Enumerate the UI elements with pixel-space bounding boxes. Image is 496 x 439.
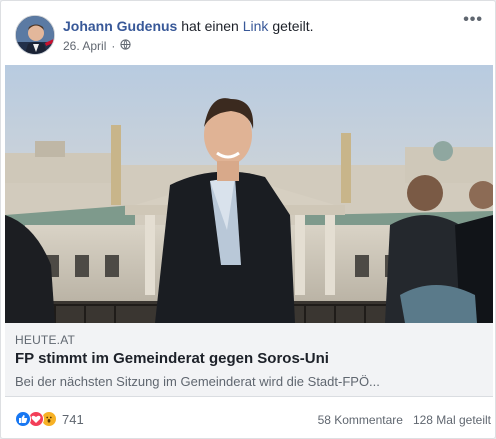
post-footer: 741 58 Kommentare 128 Mal geteilt [1, 407, 495, 433]
post-date[interactable]: 26. April [63, 38, 106, 54]
reaction-count: 741 [62, 411, 84, 427]
link-domain: HEUTE.AT [15, 333, 76, 347]
post-subline: 26. April · [63, 38, 314, 54]
post-headline: Johann Gudenus hat einen Link geteilt. [63, 17, 314, 35]
action-prefix: hat einen [181, 18, 239, 34]
like-icon [15, 411, 31, 427]
more-options-icon[interactable]: ••• [463, 12, 483, 28]
action-suffix: geteilt. [272, 18, 314, 34]
shares-count[interactable]: 128 Mal geteilt [413, 413, 491, 427]
link-preview[interactable]: HEUTE.AT FP stimmt im Gemeinderat gegen … [5, 323, 493, 397]
post-stats: 58 Kommentare 128 Mal geteilt [318, 413, 491, 427]
post-meta: Johann Gudenus hat einen Link geteilt. 2… [63, 17, 314, 54]
globe-icon[interactable] [120, 38, 131, 54]
comments-count[interactable]: 58 Kommentare [318, 413, 403, 427]
action-link[interactable]: Link [243, 18, 269, 34]
link-description: Bei der nächsten Sitzung im Gemeinderat … [15, 374, 380, 389]
link-title[interactable]: FP stimmt im Gemeinderat gegen Soros-Uni [15, 350, 329, 367]
post-header: Johann Gudenus hat einen Link geteilt. 2… [15, 12, 485, 57]
reactions-summary[interactable]: 741 [15, 411, 84, 427]
author-name[interactable]: Johann Gudenus [63, 18, 177, 34]
post-card: Johann Gudenus hat einen Link geteilt. 2… [0, 0, 496, 439]
link-preview-image[interactable] [5, 65, 493, 323]
dot-separator: · [111, 39, 116, 53]
author-avatar[interactable] [15, 15, 55, 55]
